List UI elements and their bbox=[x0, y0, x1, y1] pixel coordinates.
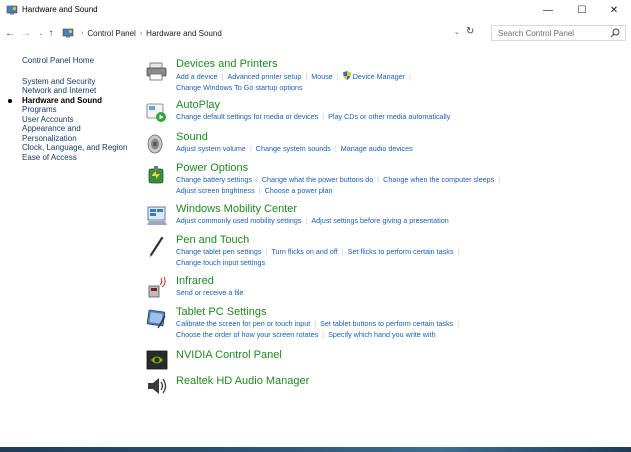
control-panel-icon bbox=[62, 28, 74, 38]
power-options-heading[interactable]: Power Options bbox=[176, 162, 626, 175]
breadcrumb-separator: › bbox=[139, 29, 143, 37]
forward-button[interactable]: → bbox=[20, 26, 32, 40]
breadcrumb-hardware-and-sound[interactable]: Hardware and Sound bbox=[146, 29, 222, 38]
tablet-icon bbox=[146, 309, 166, 329]
sidebar-item-system-and-security[interactable]: System and Security bbox=[22, 77, 142, 87]
breadcrumb-separator: › bbox=[81, 29, 84, 37]
sound-heading[interactable]: Sound bbox=[176, 131, 626, 144]
category-devices-and-printers: Devices and Printers Add a device | Advanc… bbox=[146, 58, 626, 94]
search-icon[interactable] bbox=[610, 28, 620, 38]
taskbar-strip bbox=[0, 447, 631, 452]
pen-icon bbox=[149, 236, 164, 258]
calibrate-screen-link[interactable]: Calibrate the screen for pen or touch in… bbox=[176, 319, 310, 328]
category-autoplay: AutoPlay Change default settings for med… bbox=[146, 99, 626, 125]
search-input[interactable]: Search Control Panel bbox=[491, 25, 626, 41]
device-manager-link[interactable]: Device Manager bbox=[353, 72, 405, 81]
up-button[interactable]: ↑ bbox=[45, 26, 57, 40]
touch-input-settings-link[interactable]: Change touch input settings bbox=[176, 258, 265, 267]
uac-shield-icon bbox=[342, 71, 351, 80]
minimize-button[interactable]: — bbox=[531, 0, 565, 20]
pen-and-touch-heading[interactable]: Pen and Touch bbox=[176, 234, 626, 247]
power-buttons-link[interactable]: Change what the power buttons do bbox=[262, 175, 373, 184]
realtek-hd-audio-manager-heading[interactable]: Realtek HD Audio Manager bbox=[176, 375, 626, 388]
writing-hand-link[interactable]: Specify which hand you write with bbox=[328, 330, 435, 339]
presentation-settings-link[interactable]: Adjust settings before giving a presenta… bbox=[311, 216, 448, 225]
adjust-system-volume-link[interactable]: Adjust system volume bbox=[176, 144, 246, 153]
send-or-receive-file-link[interactable]: Send or receive a file bbox=[176, 288, 244, 297]
breadcrumb-control-panel[interactable]: Control Panel bbox=[87, 29, 135, 38]
manage-audio-devices-link[interactable]: Manage audio devices bbox=[341, 144, 413, 153]
sidebar-item-clock-language-region[interactable]: Clock, Language, and Region bbox=[22, 143, 142, 153]
category-sound: Sound Adjust system volume | Change system… bbox=[146, 131, 626, 157]
mobility-settings-link[interactable]: Adjust commonly used mobility settings bbox=[176, 216, 301, 225]
change-default-media-settings-link[interactable]: Change default settings for media or dev… bbox=[176, 112, 318, 121]
address-bar[interactable]: › Control Panel › Hardware and Sound bbox=[62, 26, 452, 40]
sidebar-item-network-and-internet[interactable]: Network and Internet bbox=[22, 86, 142, 96]
category-pen-and-touch: Pen and Touch Change tablet pen settings… bbox=[146, 234, 626, 270]
printer-icon bbox=[146, 62, 167, 81]
mobility-icon bbox=[147, 206, 167, 225]
sidebar-item-control-panel-home[interactable]: Control Panel Home bbox=[22, 56, 142, 66]
window-title: Hardware and Sound bbox=[22, 5, 98, 14]
search-placeholder: Search Control Panel bbox=[498, 28, 575, 38]
sidebar-item-appearance-and-personalization[interactable]: Appearance and Personalization bbox=[22, 124, 92, 143]
title-bar: Hardware and Sound — ☐ ✕ bbox=[0, 0, 631, 20]
category-tablet-pc-settings: Tablet PC Settings Calibrate the screen … bbox=[146, 306, 626, 342]
power-icon bbox=[148, 166, 164, 184]
navigation-bar: ← → ⌄ ↑ › Control Panel › Hardware and S… bbox=[0, 24, 631, 44]
set-flicks-link[interactable]: Set flicks to perform certain tasks bbox=[348, 247, 454, 256]
sidebar-item-user-accounts[interactable]: User Accounts bbox=[22, 115, 142, 125]
infrared-icon bbox=[148, 277, 166, 298]
windows-to-go-link[interactable]: Change Windows To Go startup options bbox=[176, 83, 303, 92]
computer-sleeps-link[interactable]: Change when the computer sleeps bbox=[383, 175, 494, 184]
change-battery-settings-link[interactable]: Change battery settings bbox=[176, 175, 252, 184]
maximize-button[interactable]: ☐ bbox=[565, 0, 599, 20]
mouse-link[interactable]: Mouse bbox=[311, 72, 333, 81]
close-button[interactable]: ✕ bbox=[597, 0, 631, 20]
turn-flicks-link[interactable]: Turn flicks on and off bbox=[271, 247, 337, 256]
category-infrared: Infrared Send or receive a file bbox=[146, 275, 626, 301]
add-a-device-link[interactable]: Add a device bbox=[176, 72, 218, 81]
autoplay-icon bbox=[146, 103, 166, 122]
nvidia-icon bbox=[146, 350, 168, 370]
address-dropdown-button[interactable]: ⌄ bbox=[454, 28, 460, 36]
tablet-pc-settings-heading[interactable]: Tablet PC Settings bbox=[176, 306, 626, 319]
category-windows-mobility-center: Windows Mobility Center Adjust commonly … bbox=[146, 203, 626, 229]
choose-power-plan-link[interactable]: Choose a power plan bbox=[265, 186, 333, 195]
category-realtek-hd-audio-manager: Realtek HD Audio Manager bbox=[146, 373, 626, 397]
devices-and-printers-heading[interactable]: Devices and Printers bbox=[176, 58, 626, 71]
sidebar-item-programs[interactable]: Programs bbox=[22, 105, 142, 115]
sidebar-item-ease-of-access[interactable]: Ease of Access bbox=[22, 153, 142, 163]
screen-rotation-order-link[interactable]: Choose the order of how your screen rota… bbox=[176, 330, 318, 339]
tablet-pen-settings-link[interactable]: Change tablet pen settings bbox=[176, 247, 262, 256]
sidebar-item-hardware-and-sound: Hardware and Sound bbox=[8, 96, 142, 106]
category-nvidia-control-panel: NVIDIA Control Panel bbox=[146, 347, 626, 371]
realtek-speaker-icon bbox=[148, 378, 167, 394]
sidebar: Control Panel Home System and Security N… bbox=[8, 56, 142, 163]
advanced-printer-setup-link[interactable]: Advanced printer setup bbox=[227, 72, 301, 81]
change-system-sounds-link[interactable]: Change system sounds bbox=[256, 144, 331, 153]
windows-mobility-center-heading[interactable]: Windows Mobility Center bbox=[176, 203, 626, 216]
adjust-screen-brightness-link[interactable]: Adjust screen brightness bbox=[176, 186, 255, 195]
nvidia-control-panel-heading[interactable]: NVIDIA Control Panel bbox=[176, 349, 626, 362]
infrared-heading[interactable]: Infrared bbox=[176, 275, 626, 288]
refresh-button[interactable]: ↻ bbox=[466, 26, 474, 37]
autoplay-heading[interactable]: AutoPlay bbox=[176, 99, 626, 112]
category-power-options: Power Options Change battery settings | Ch… bbox=[146, 162, 626, 198]
tablet-buttons-link[interactable]: Set tablet buttons to perform certain ta… bbox=[320, 319, 453, 328]
control-panel-icon bbox=[6, 5, 18, 15]
speaker-icon bbox=[147, 134, 163, 154]
play-cds-automatically-link[interactable]: Play CDs or other media automatically bbox=[328, 112, 450, 121]
back-button[interactable]: ← bbox=[4, 26, 16, 40]
